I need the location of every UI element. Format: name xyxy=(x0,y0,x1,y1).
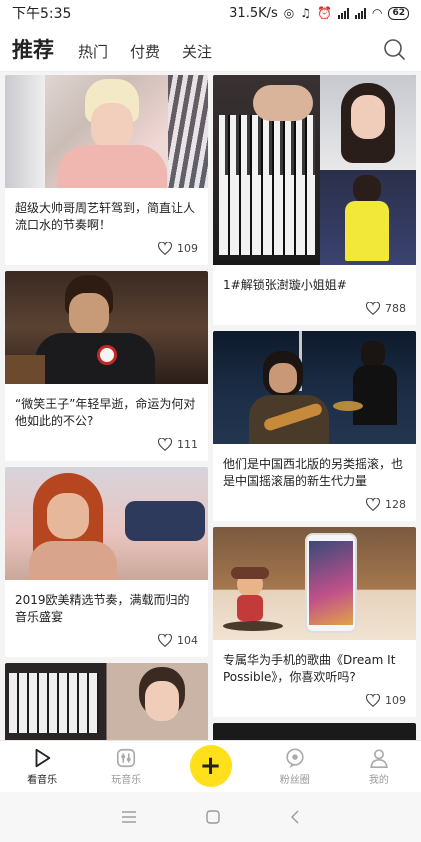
alarm-icon: ⏰ xyxy=(317,6,332,20)
top-tabs: 推荐 热门 付费 关注 xyxy=(0,26,421,72)
heart-icon[interactable] xyxy=(158,634,172,647)
nav-label: 玩音乐 xyxy=(111,775,142,786)
nav-play-music[interactable]: 玩音乐 xyxy=(84,741,168,792)
like-count[interactable]: 111 xyxy=(5,430,208,461)
status-bar: 下午5:35 31.5K/s ◎ ♫ ⏰ ◠ 62 xyxy=(0,0,421,26)
nav-label: 看音乐 xyxy=(27,775,58,786)
nav-label: 我的 xyxy=(368,775,389,786)
like-count[interactable]: 104 xyxy=(5,626,208,657)
status-time: 下午5:35 xyxy=(12,6,72,22)
heart-icon[interactable] xyxy=(158,438,172,451)
video-thumbnail[interactable] xyxy=(213,527,416,640)
like-count[interactable]: 109 xyxy=(213,686,416,717)
signal-icon-2 xyxy=(354,7,366,19)
video-thumbnail[interactable] xyxy=(5,663,208,740)
like-count-value: 104 xyxy=(177,634,198,647)
video-card[interactable]: 2019欧美精选节奏，满载而归的音乐盛宴 104 xyxy=(5,467,208,657)
video-card[interactable]: 1#解锁张澍璇小姐姐# 788 xyxy=(213,75,416,325)
mixer-icon xyxy=(117,748,136,768)
wifi-icon: ◠ xyxy=(371,6,383,20)
tab-paid[interactable]: 付费 xyxy=(130,35,160,62)
video-thumbnail[interactable] xyxy=(5,75,208,188)
video-card[interactable]: 专属华为手机的歌曲《Dream It Possible》，你喜欢听吗? 109 xyxy=(213,527,416,717)
video-title: 2019欧美精选节奏，满载而归的音乐盛宴 xyxy=(15,593,190,624)
status-icons: 31.5K/s ◎ ♫ ⏰ ◠ 62 xyxy=(229,6,409,21)
menu-icon[interactable] xyxy=(121,810,137,824)
feed-column-right: 1#解锁张澍璇小姐姐# 788 他们是中国西北版的另类摇滚，也是中国摇滚届的新生… xyxy=(213,75,416,740)
like-count-value: 111 xyxy=(177,438,198,451)
tab-recommend[interactable]: 推荐 xyxy=(12,34,54,64)
video-card[interactable] xyxy=(5,663,208,740)
video-title: “微笑王子”年轻早逝，命运为何对他如此的不公? xyxy=(15,397,196,428)
video-thumbnail[interactable] xyxy=(5,271,208,384)
like-count-value: 109 xyxy=(385,694,406,707)
search-icon[interactable] xyxy=(383,38,405,60)
like-count[interactable]: 788 xyxy=(213,294,416,325)
video-thumbnail[interactable] xyxy=(213,723,416,740)
home-icon[interactable] xyxy=(205,809,221,825)
video-thumbnail[interactable] xyxy=(5,467,208,580)
play-icon xyxy=(35,748,51,768)
system-navigation-bar xyxy=(0,792,421,842)
user-icon xyxy=(370,749,388,768)
video-card[interactable] xyxy=(213,723,416,740)
video-thumbnail[interactable] xyxy=(213,75,416,265)
back-icon[interactable] xyxy=(289,809,301,825)
heart-icon[interactable] xyxy=(158,242,172,255)
like-count[interactable]: 109 xyxy=(5,234,208,265)
nav-add[interactable]: + xyxy=(168,741,252,792)
heart-icon[interactable] xyxy=(366,302,380,315)
nav-label: 粉丝圈 xyxy=(279,775,310,786)
bottom-navigation: 看音乐 玩音乐 + 粉丝圈 我的 xyxy=(0,740,421,792)
heart-icon[interactable] xyxy=(366,498,380,511)
feed-column-left: 超级大帅哥周艺轩驾到，简直让人流口水的节奏啊！ 109 “微笑王子”年轻早逝，命… xyxy=(5,75,208,740)
network-speed: 31.5K/s xyxy=(229,5,278,21)
like-count-value: 109 xyxy=(177,242,198,255)
add-button[interactable]: + xyxy=(189,744,232,787)
like-count[interactable]: 128 xyxy=(213,490,416,521)
video-title: 1#解锁张澍璇小姐姐# xyxy=(223,278,347,292)
video-card[interactable]: “微笑王子”年轻早逝，命运为何对他如此的不公? 111 xyxy=(5,271,208,461)
battery-icon: 62 xyxy=(388,6,409,20)
video-title: 专属华为手机的歌曲《Dream It Possible》，你喜欢听吗? xyxy=(223,653,396,684)
video-card[interactable]: 他们是中国西北版的另类摇滚，也是中国摇滚届的新生代力量 128 xyxy=(213,331,416,521)
chat-bubble-icon xyxy=(286,748,304,769)
video-thumbnail[interactable] xyxy=(213,331,416,444)
like-count-value: 128 xyxy=(385,498,406,511)
mute-icon: ♫ xyxy=(300,6,312,20)
bluetooth-icon: ◎ xyxy=(283,6,295,20)
like-count-value: 788 xyxy=(385,302,406,315)
video-feed[interactable]: 超级大帅哥周艺轩驾到，简直让人流口水的节奏啊！ 109 “微笑王子”年轻早逝，命… xyxy=(0,72,421,740)
tab-follow[interactable]: 关注 xyxy=(182,35,212,62)
nav-fan-circle[interactable]: 粉丝圈 xyxy=(253,741,337,792)
nav-mine[interactable]: 我的 xyxy=(337,741,421,792)
heart-icon[interactable] xyxy=(366,694,380,707)
video-title: 超级大帅哥周艺轩驾到，简直让人流口水的节奏啊！ xyxy=(15,201,196,232)
video-title: 他们是中国西北版的另类摇滚，也是中国摇滚届的新生代力量 xyxy=(223,457,404,488)
tab-hot[interactable]: 热门 xyxy=(78,35,108,62)
nav-watch-music[interactable]: 看音乐 xyxy=(0,741,84,792)
video-card[interactable]: 超级大帅哥周艺轩驾到，简直让人流口水的节奏啊！ 109 xyxy=(5,75,208,265)
signal-icon-1 xyxy=(337,7,349,19)
